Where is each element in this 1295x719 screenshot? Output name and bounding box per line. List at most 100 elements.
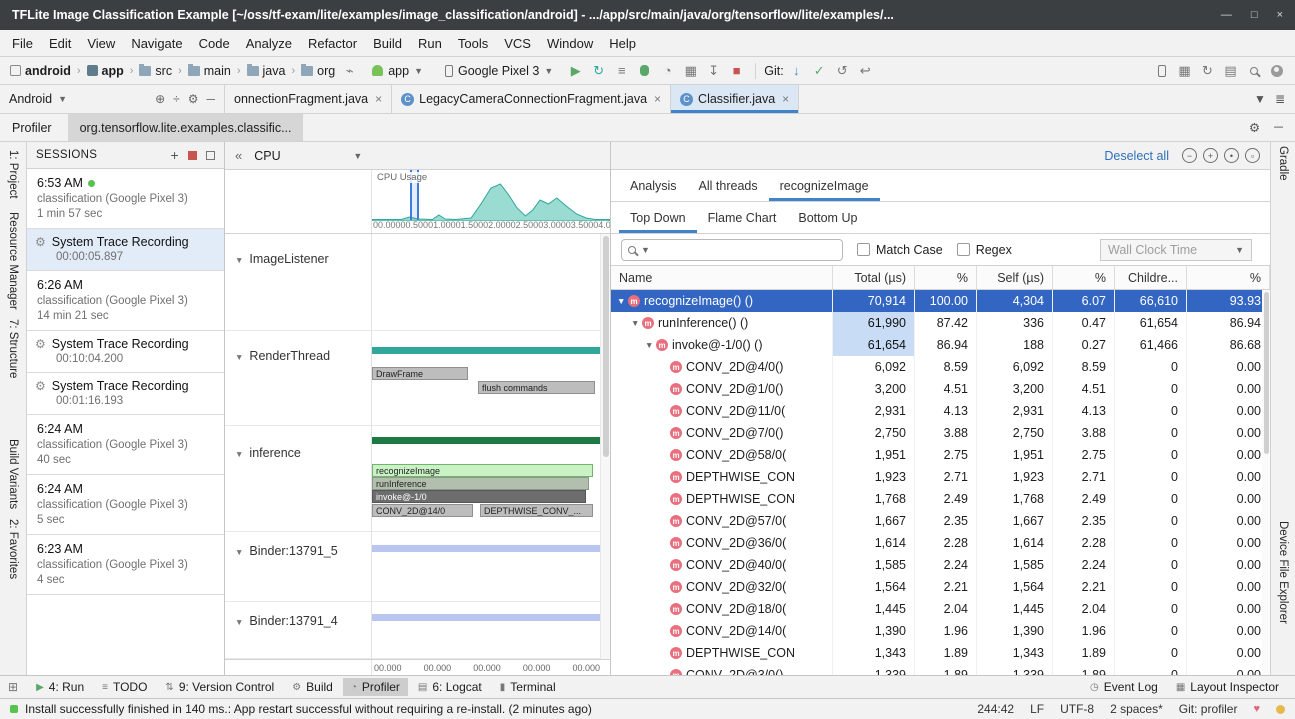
table-row[interactable]: mCONV_2D@58/0(1,9512.751,9512.7500.00 — [611, 444, 1270, 466]
analysis-subtab-flame-chart[interactable]: Flame Chart — [697, 202, 788, 233]
editor-tab-legacycameraconnectionfragment-java[interactable]: CLegacyCameraConnectionFragment.java× — [392, 85, 671, 113]
thread-label[interactable]: ▼inference — [225, 426, 372, 531]
close-icon[interactable]: × — [375, 92, 382, 106]
locate-file-icon[interactable]: ⊕ — [155, 92, 165, 106]
menu-vcs[interactable]: VCS — [496, 32, 539, 55]
column-header-name[interactable]: Name — [611, 266, 833, 289]
breadcrumb-java[interactable]: java — [245, 64, 288, 78]
menu-refactor[interactable]: Refactor — [300, 32, 365, 55]
stop-session-icon[interactable] — [188, 151, 197, 160]
session-item[interactable]: 6:24 AMclassification (Google Pixel 3)40… — [27, 415, 224, 475]
menu-help[interactable]: Help — [601, 32, 644, 55]
indent-style[interactable]: 2 spaces* — [1110, 702, 1163, 716]
table-row[interactable]: mCONV_2D@3/0()1,3391.891,3391.8900.00 — [611, 664, 1270, 675]
search-options-icon[interactable]: ▼ — [641, 245, 650, 255]
table-row[interactable]: mCONV_2D@40/0(1,5852.241,5852.2400.00 — [611, 554, 1270, 576]
sync-gradle-icon[interactable]: ↻ — [1198, 61, 1217, 80]
search-input[interactable] — [655, 243, 836, 257]
breadcrumb-android[interactable]: android — [8, 64, 73, 78]
column-header-total-s[interactable]: Total (µs) — [833, 266, 915, 289]
expand-arrow-icon[interactable]: ▼ — [617, 296, 628, 306]
editor-tab-classifier-java[interactable]: CClassifier.java× — [671, 85, 799, 113]
column-header-[interactable]: % — [1187, 266, 1270, 289]
wrench-icon[interactable]: ⌁ — [340, 61, 359, 80]
match-case-checkbox[interactable]: Match Case — [857, 243, 943, 257]
table-row[interactable]: mCONV_2D@32/0(1,5642.211,5642.2100.00 — [611, 576, 1270, 598]
close-button[interactable]: × — [1277, 9, 1283, 21]
gear-icon[interactable]: ⚙ — [1249, 120, 1260, 135]
goto-live-icon[interactable] — [206, 151, 215, 160]
heart-icon[interactable]: ♥ — [1253, 703, 1260, 715]
table-row[interactable]: mDEPTHWISE_CON1,7682.491,7682.4900.00 — [611, 488, 1270, 510]
run-icon[interactable]: ▶ — [566, 61, 585, 80]
menu-navigate[interactable]: Navigate — [123, 32, 190, 55]
tool-tab-6-logcat[interactable]: ▤6: Logcat — [410, 678, 490, 696]
column-header-self-s[interactable]: Self (µs) — [977, 266, 1053, 289]
status-message[interactable]: Install successfully finished in 140 ms.… — [25, 702, 592, 716]
tool-tab-profiler[interactable]: ◔Profiler — [343, 678, 408, 696]
tool-tab-event-log[interactable]: ◷Event Log — [1082, 678, 1166, 696]
project-pane-header[interactable]: Android ▼ ⊕ ÷ ⚙ ─ — [0, 85, 225, 113]
deselect-all-link[interactable]: Deselect all — [1104, 149, 1169, 163]
analysis-tab-recognizeimage[interactable]: recognizeImage — [769, 170, 880, 201]
table-row[interactable]: mCONV_2D@14/0(1,3901.961,3901.9600.00 — [611, 620, 1270, 642]
add-session-icon[interactable]: + — [171, 147, 179, 163]
menu-edit[interactable]: Edit — [41, 32, 79, 55]
recording-item[interactable]: ⚙System Trace Recording00:00:05.897 — [27, 229, 224, 271]
recording-item[interactable]: ⚙System Trace Recording00:10:04.200 — [27, 331, 224, 373]
chevron-down-icon[interactable]: ▼ — [235, 449, 243, 459]
attach-debugger-icon[interactable]: ↧ — [704, 61, 723, 80]
column-header-[interactable]: % — [1053, 266, 1115, 289]
chevron-down-icon[interactable]: ▼ — [235, 255, 243, 265]
menu-tools[interactable]: Tools — [450, 32, 496, 55]
table-row[interactable]: mCONV_2D@4/0()6,0928.596,0928.5900.00 — [611, 356, 1270, 378]
tool-tab-layout-inspector[interactable]: ▦Layout Inspector — [1168, 678, 1287, 696]
column-header-childre[interactable]: Childre... — [1115, 266, 1187, 289]
project-view-selector[interactable]: Android — [9, 92, 52, 106]
tool-button-resource-manager[interactable]: Resource Manager — [7, 212, 19, 310]
expand-arrow-icon[interactable]: ▼ — [645, 340, 656, 350]
session-item[interactable]: 6:24 AMclassification (Google Pixel 3)5 … — [27, 475, 224, 535]
tool-tab-9-version-control[interactable]: ⇅9: Version Control — [157, 678, 282, 696]
trace-event-chip[interactable]: runInference — [372, 477, 589, 490]
file-encoding[interactable]: UTF-8 — [1060, 702, 1094, 716]
tool-button-build-variants[interactable]: Build Variants — [7, 439, 19, 509]
tool-button-gradle[interactable]: Gradle — [1277, 146, 1289, 181]
sdk-manager-icon[interactable]: ▤ — [1221, 61, 1240, 80]
tool-button-device-file-explorer[interactable]: Device File Explorer — [1277, 521, 1289, 624]
chevron-down-icon[interactable]: ▼ — [235, 352, 243, 362]
tool-tab-terminal[interactable]: ▮Terminal — [492, 678, 564, 696]
avatar-icon[interactable] — [1267, 61, 1286, 80]
hide-pane-icon[interactable]: ─ — [1274, 120, 1283, 135]
layout-inspector-icon[interactable]: ▦ — [1175, 61, 1194, 80]
expand-arrow-icon[interactable]: ▼ — [631, 318, 642, 328]
editor-tab-onnectionfragment-java[interactable]: onnectionFragment.java× — [225, 85, 392, 113]
session-item[interactable]: 6:23 AMclassification (Google Pixel 3)4 … — [27, 535, 224, 595]
thread-track-inference[interactable]: recognizeImagerunInferenceinvoke@-1/0CON… — [372, 426, 600, 531]
thread-scrollbar[interactable] — [600, 234, 610, 659]
minimize-button[interactable]: — — [1221, 9, 1232, 21]
table-row[interactable]: mDEPTHWISE_CON1,3431.891,3431.8900.00 — [611, 642, 1270, 664]
tool-tab-4-run[interactable]: ▶4: Run — [28, 678, 92, 696]
trace-event-chip[interactable]: recognizeImage — [372, 464, 593, 477]
menu-file[interactable]: File — [4, 32, 41, 55]
analysis-subtab-bottom-up[interactable]: Bottom Up — [787, 202, 868, 233]
breadcrumb-main[interactable]: main — [186, 64, 233, 78]
thread-track-binder-13791-4[interactable] — [372, 602, 600, 658]
trace-event-chip[interactable]: CONV_2D@14/0 — [372, 504, 473, 517]
analysis-tab-all-threads[interactable]: All threads — [688, 170, 769, 201]
breadcrumb-org[interactable]: org — [299, 64, 337, 78]
table-row[interactable]: mCONV_2D@18/0(1,4452.041,4452.0400.00 — [611, 598, 1270, 620]
tool-tab-todo[interactable]: ≡TODO — [94, 678, 155, 696]
caret-position[interactable]: 244:42 — [977, 702, 1014, 716]
close-icon[interactable]: × — [654, 92, 661, 106]
table-row[interactable]: ▼mrecognizeImage() ()70,914100.004,3046.… — [611, 290, 1270, 312]
apply-changes-icon[interactable]: ↻ — [589, 61, 608, 80]
hide-pane-icon[interactable]: ─ — [206, 92, 215, 106]
profile-icon[interactable]: ◔ — [658, 61, 677, 80]
git-commit-icon[interactable]: ✓ — [810, 61, 829, 80]
tool-tab-build[interactable]: ⚙Build — [284, 678, 341, 696]
debug-icon[interactable] — [635, 61, 654, 80]
menu-view[interactable]: View — [79, 32, 123, 55]
session-item[interactable]: 6:53 AMclassification (Google Pixel 3)1 … — [27, 169, 224, 229]
